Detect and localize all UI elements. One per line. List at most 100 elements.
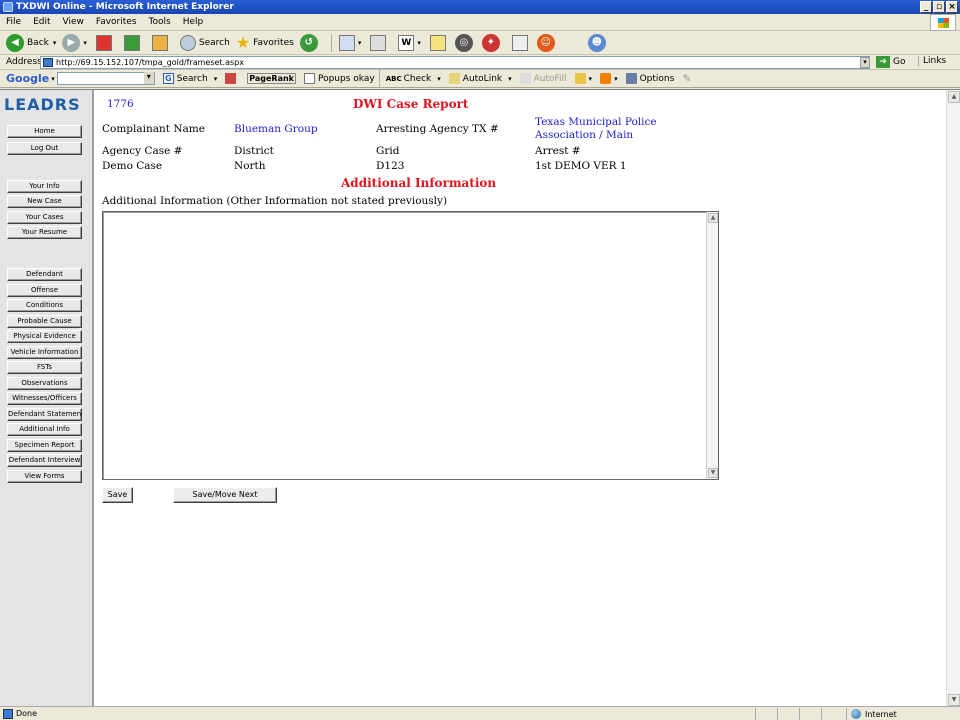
nav-new-case-button[interactable]: New Case [7,195,82,208]
google-search-button[interactable]: G Search ▾ [162,73,217,84]
nav-probable-cause-button[interactable]: Probable Cause [7,315,82,328]
print-button[interactable] [367,34,389,51]
nav-your-info-button[interactable]: Your Info [7,180,82,193]
links-button[interactable]: Links [918,56,946,66]
pagerank-label: PageRank [247,73,296,84]
autolink-label: AutoLink [462,73,503,84]
textarea-scroll-down-icon[interactable]: ▼ [708,468,718,478]
mail-button[interactable]: ▾ [336,34,361,51]
badge-icon: ☺ [536,33,555,52]
save-button[interactable]: Save [102,487,133,503]
address-bar: Address http://69.15.152.107/tmpa_gold/f… [0,55,960,70]
autofill-label: AutoFill [533,73,567,84]
save-move-next-button[interactable]: Save/Move Next [173,487,277,503]
discuss-button[interactable] [427,34,449,51]
nav-offense-button[interactable]: Offense [7,284,82,297]
menu-favorites[interactable]: Favorites [96,17,137,27]
arresting-agency-value-line2: Association / Main [535,129,634,141]
close-button[interactable]: × [946,1,958,13]
nav-fsts-button[interactable]: FSTs [7,361,82,374]
edit-button[interactable]: W ▾ [395,34,421,51]
globe-icon [851,709,861,719]
refresh-icon [123,34,140,51]
back-arrow-icon: ◀ [6,33,24,52]
nav-specimen-report-button[interactable]: Specimen Report [7,439,82,452]
history-button[interactable]: ↺ [299,33,321,52]
status-cell [777,708,799,720]
case-id: 1776 [107,98,134,110]
back-dropdown-icon[interactable]: ▾ [53,39,57,47]
blogger-button[interactable]: ▾ [600,73,618,84]
news-button[interactable] [225,73,239,84]
history-icon: ↺ [299,33,318,52]
report-frame: 1776 DWI Case Report Complainant Name Bl… [96,90,960,707]
search-button[interactable]: Search [177,34,230,51]
maximize-button[interactable]: ▫ [933,1,945,13]
nav-logout-button[interactable]: Log Out [7,142,82,155]
nav-defendant-statement-button[interactable]: Defendant Statement [7,408,82,421]
nav-physical-evidence-button[interactable]: Physical Evidence [7,330,82,343]
pagerank-indicator[interactable]: PageRank [247,73,296,84]
back-label: Back [27,37,49,48]
menu-edit[interactable]: Edit [33,17,50,27]
menu-tools[interactable]: Tools [149,17,171,27]
forward-button[interactable]: ▶ ▾ [62,33,87,52]
additional-info-textarea[interactable]: ▲ ▼ [102,211,719,480]
menu-file[interactable]: File [6,17,21,27]
google-menu-icon[interactable]: ▾ [51,75,55,83]
menu-view[interactable]: View [63,17,84,27]
phone-button[interactable] [509,34,531,51]
autofill-button[interactable]: AutoFill [519,73,567,84]
research-button[interactable]: ◎ [454,33,476,52]
textarea-scrollbar[interactable]: ▲ ▼ [706,212,718,479]
users-button[interactable]: ☻ [587,33,609,52]
up-button[interactable]: ▾ [574,73,592,84]
spellcheck-button[interactable]: ABC Check ▾ [386,74,441,84]
standard-toolbar: ◀ Back ▾ ▶ ▾ Search ★ Favorites ↺ ▾ W ▾ ◎… [0,31,960,55]
stop-button[interactable] [93,34,115,51]
address-label: Address [6,57,42,67]
nav-defendant-button[interactable]: Defendant [7,268,82,281]
minimize-button[interactable]: _ [920,1,932,13]
go-button[interactable]: ➔ Go [876,56,905,68]
refresh-button[interactable] [121,34,143,51]
complainant-value: Blueman Group [234,123,318,135]
favorites-button[interactable]: ★ Favorites [236,33,294,52]
nav-home-button[interactable]: Home [7,125,82,138]
address-dropdown-icon[interactable]: ▾ [860,57,870,68]
address-input[interactable]: http://69.15.152.107/tmpa_gold/frameset.… [40,56,870,69]
forward-dropdown-icon[interactable]: ▾ [83,39,87,47]
note-icon [429,34,446,51]
nav-witnesses-officers-button[interactable]: Witnesses/Officers [7,392,82,405]
options-button[interactable]: Options [625,73,674,84]
autolink-button[interactable]: AutoLink ▾ [448,73,512,84]
highlighter-button[interactable]: ✎ [682,72,691,85]
page-scroll-up-icon[interactable]: ▲ [948,91,960,103]
nav-conditions-button[interactable]: Conditions [7,299,82,312]
popups-button[interactable]: Popups okay [303,73,375,84]
nav-your-resume-button[interactable]: Your Resume [7,226,82,239]
pencil-icon: ✎ [682,72,692,85]
messenger-button[interactable]: ✦ [481,33,503,52]
page-scroll-down-icon[interactable]: ▼ [948,694,960,706]
nav-defendant-interview-button[interactable]: Defendant Interview [7,454,82,467]
nav-vehicle-information-button[interactable]: Vehicle Information [7,346,82,359]
textarea-scroll-up-icon[interactable]: ▲ [708,213,718,223]
check-label: Check [403,73,432,84]
back-button[interactable]: ◀ Back ▾ [6,33,57,52]
search-label: Search [198,37,230,48]
google-logo[interactable]: Google [6,72,49,85]
nav-view-forms-button[interactable]: View Forms [7,470,82,483]
page-scrollbar[interactable]: ▲ ▼ [946,90,960,707]
nav-additional-info-button[interactable]: Additional Info [7,423,82,436]
nav-your-cases-button[interactable]: Your Cases [7,211,82,224]
popup-blocker-icon [303,73,315,84]
browser-window: TXDWI Online - Microsoft Internet Explor… [0,0,960,720]
phone-icon [511,34,528,51]
google-search-input[interactable] [56,72,155,85]
status-cell [755,708,777,720]
nav-observations-button[interactable]: Observations [7,377,82,390]
menu-help[interactable]: Help [183,17,204,27]
home-button[interactable] [149,34,171,51]
badge-button[interactable]: ☺ [536,33,558,52]
